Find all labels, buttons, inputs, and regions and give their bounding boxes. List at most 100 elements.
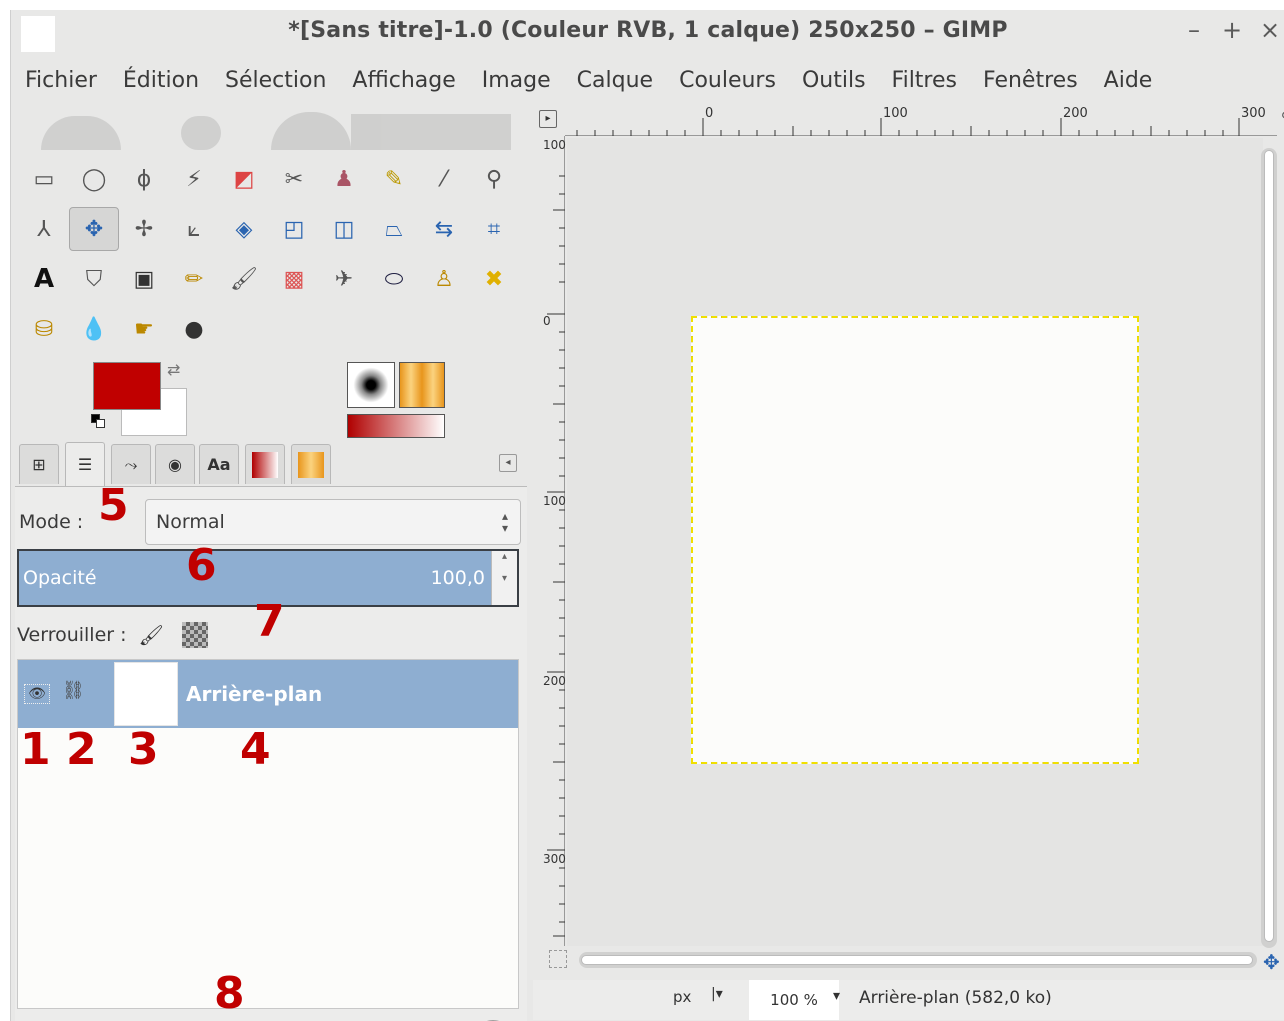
dock-menu-button[interactable]: ◂: [499, 454, 517, 472]
pattern-preview[interactable]: [399, 362, 445, 408]
mode-select[interactable]: Normal ▴ ▾: [145, 499, 521, 545]
cage-transform-icon[interactable]: ⌗: [469, 207, 519, 251]
lock-pixels-icon[interactable]: 🖌: [139, 623, 164, 647]
opacity-spinner[interactable]: ▴ ▾: [491, 551, 517, 605]
gradients-icon: [252, 451, 278, 478]
menu-affichage[interactable]: Affichage: [352, 68, 455, 93]
rect-select-icon[interactable]: ▭: [19, 157, 69, 201]
layer-name[interactable]: Arrière-plan: [186, 682, 322, 706]
move-tool-icon[interactable]: ✥: [69, 207, 119, 251]
paths-icon[interactable]: ✎: [369, 157, 419, 201]
text-tool-icon[interactable]: A: [19, 257, 69, 301]
ellipse-select-icon[interactable]: ◯: [69, 157, 119, 201]
horizontal-scrollbar[interactable]: [579, 952, 1257, 968]
annotation-2: 2: [66, 724, 97, 775]
scissors-select-icon[interactable]: ✂: [269, 157, 319, 201]
new-layer-icon[interactable]: ⊞: [41, 1012, 81, 1021]
menu-couleurs[interactable]: Couleurs: [679, 68, 776, 93]
unit-selector[interactable]: px: [673, 988, 691, 1006]
quick-mask-icon[interactable]: [549, 950, 567, 968]
smudge-icon[interactable]: ☛: [119, 307, 169, 351]
free-select-icon[interactable]: ϕ: [119, 157, 169, 201]
tab-fonts[interactable]: Aa: [199, 444, 239, 484]
image-view[interactable]: [567, 138, 1263, 946]
fuzzy-select-icon[interactable]: ⚡: [169, 157, 219, 201]
zoom-dropdown-icon[interactable]: ▾: [833, 988, 840, 1004]
navigate-icon[interactable]: ✥: [1263, 950, 1280, 974]
minimize-button[interactable]: –: [1183, 16, 1205, 44]
gradient-icon[interactable]: ▣: [119, 257, 169, 301]
shear-icon[interactable]: ◫: [319, 207, 369, 251]
swap-colors-icon[interactable]: ⇄: [167, 360, 180, 379]
lower-layer-icon[interactable]: ˅: [259, 1012, 299, 1021]
color-select-icon[interactable]: ◩: [219, 157, 269, 201]
airbrush-icon[interactable]: ✈: [319, 257, 369, 301]
bucket-fill-icon[interactable]: ⛉: [69, 257, 119, 301]
horizontal-ruler[interactable]: ▸ 0 100 200 300 ⚲: [539, 104, 1284, 136]
menu-outils[interactable]: Outils: [802, 68, 866, 93]
scale-icon[interactable]: ◰: [269, 207, 319, 251]
menu-calque[interactable]: Calque: [577, 68, 653, 93]
perspective-icon[interactable]: ⏢: [369, 207, 419, 251]
tab-patterns[interactable]: [291, 444, 331, 484]
paintbrush-icon[interactable]: 🖌: [219, 257, 269, 301]
vertical-scrollbar[interactable]: [1261, 148, 1277, 948]
lock-alpha-icon[interactable]: [181, 622, 208, 648]
vertical-ruler[interactable]: 100 0 100 200 300: [539, 136, 566, 946]
chain-link-icon[interactable]: ⛓: [62, 680, 85, 701]
ruler-label-200: 200: [1063, 106, 1088, 121]
tab-gradients[interactable]: [245, 444, 285, 484]
foreground-select-icon[interactable]: ♟: [319, 157, 369, 201]
eraser-icon[interactable]: ▩: [269, 257, 319, 301]
heal-icon[interactable]: ✖: [469, 257, 519, 301]
menu-edition[interactable]: Édition: [123, 68, 199, 93]
maximize-button[interactable]: +: [1221, 16, 1243, 44]
clone-icon[interactable]: ♙: [419, 257, 469, 301]
layer-thumbnail[interactable]: [114, 662, 178, 726]
anchor-layer-icon[interactable]: ⚓: [399, 1012, 439, 1021]
align-icon[interactable]: ✢: [119, 207, 169, 251]
menu-fenetres[interactable]: Fenêtres: [983, 68, 1078, 93]
menu-filtres[interactable]: Filtres: [892, 68, 957, 93]
crop-icon[interactable]: ⟀: [169, 207, 219, 251]
menu-selection[interactable]: Sélection: [225, 68, 326, 93]
new-layer-group-icon[interactable]: ▰: [113, 1012, 153, 1021]
foreground-color-swatch[interactable]: [93, 362, 161, 410]
menu-image[interactable]: Image: [482, 68, 551, 93]
duplicate-layer-icon[interactable]: ⧉: [329, 1012, 369, 1021]
zoom-icon[interactable]: ⚲: [469, 157, 519, 201]
ruler-menu-icon[interactable]: ▸: [539, 110, 557, 128]
opacity-value: 100,0: [430, 567, 485, 589]
perspective-clone-icon[interactable]: ⛁: [19, 307, 69, 351]
layers-icon: ☰: [77, 455, 93, 474]
reset-colors-icon[interactable]: [91, 414, 105, 428]
menu-aide[interactable]: Aide: [1104, 68, 1153, 93]
menu-fichier[interactable]: Fichier: [25, 68, 97, 93]
annotation-4: 4: [240, 724, 271, 775]
zoom-level[interactable]: 100 %: [749, 980, 839, 1020]
tab-tool-options[interactable]: ⊞: [19, 444, 59, 484]
tab-paths[interactable]: ⤳: [111, 444, 151, 484]
annotation-3: 3: [128, 724, 159, 775]
gradient-preview[interactable]: [347, 414, 445, 438]
dodge-burn-icon[interactable]: ●: [169, 307, 219, 351]
image-canvas[interactable]: [691, 316, 1139, 764]
blur-icon[interactable]: 💧: [69, 307, 119, 351]
brush-preview[interactable]: [347, 362, 395, 408]
ruler-ticks: [576, 118, 1240, 136]
color-picker-icon[interactable]: ⁄: [419, 157, 469, 201]
pencil-icon[interactable]: ✏: [169, 257, 219, 301]
annotation-8: 8: [214, 968, 245, 1019]
vruler-label-neg100: 100: [543, 138, 566, 152]
layer-row[interactable]: 👁 ⛓ Arrière-plan: [18, 660, 518, 728]
measure-icon[interactable]: ⅄: [19, 207, 69, 251]
unit-dropdown-icon[interactable]: |▾: [711, 986, 723, 1002]
visibility-eye-icon[interactable]: 👁: [24, 684, 50, 704]
delete-layer-icon[interactable]: 🗑: [473, 1012, 513, 1021]
close-button[interactable]: ×: [1259, 16, 1281, 44]
ink-icon[interactable]: ⬭: [369, 257, 419, 301]
flip-icon[interactable]: ⇆: [419, 207, 469, 251]
vruler-label-200: 200: [543, 674, 566, 688]
rotate-icon[interactable]: ◈: [219, 207, 269, 251]
tab-brushes[interactable]: ◉: [155, 444, 195, 484]
